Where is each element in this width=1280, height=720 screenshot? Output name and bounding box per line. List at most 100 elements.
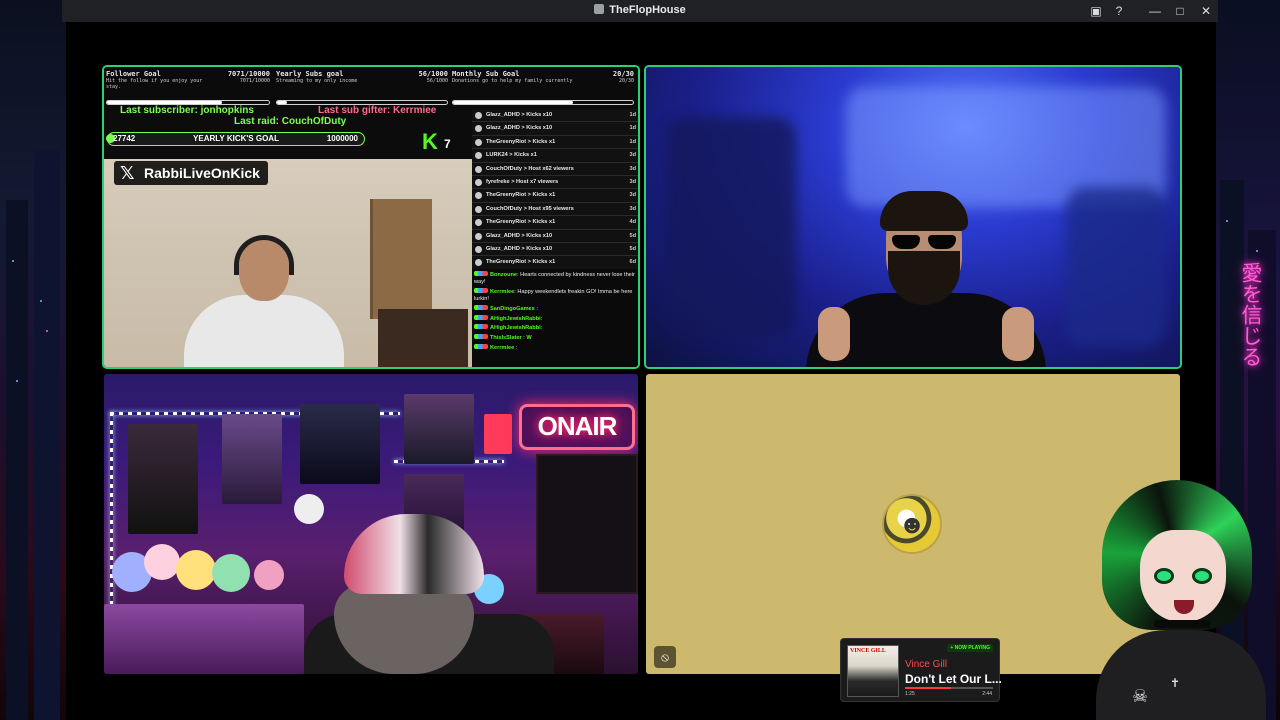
event-row: TheGreenyRiot > Kicks x1 1d: [472, 136, 638, 150]
plushie: [144, 544, 180, 580]
monthly-sub-goal: Monthly Sub Goal 20/30 Donations go to h…: [452, 69, 634, 107]
goal-description: Streaming to my only income: [276, 78, 358, 84]
streamer: [184, 235, 344, 367]
badge-icon: [474, 271, 488, 276]
background-furniture: [666, 117, 796, 337]
poster-call-of-duty: [128, 424, 198, 534]
user-icon: [475, 152, 482, 160]
minimize-icon[interactable]: —: [1147, 3, 1163, 19]
neon-sign-text: 愛を信じる: [1239, 262, 1263, 367]
plushie: [212, 554, 250, 592]
user-icon: [475, 219, 482, 227]
participant-person: [796, 191, 1056, 367]
song-title: Don't Let Our L...: [905, 672, 1002, 686]
goal-description: Hit the follow if you enjoy your stay.: [106, 78, 203, 90]
plushie: [254, 560, 284, 590]
chat-message: Kerrmiee: Happy weekendlets freakin GO! …: [474, 287, 633, 303]
window-titlebar: TheFlopHouse ▣ ? — □ ✕: [62, 0, 1218, 22]
user-icon: [475, 125, 482, 133]
goal-value: 20/30: [612, 70, 634, 78]
last-sub-gifter: Last sub gifter: Kerrmiee: [318, 105, 437, 116]
user-icon: [475, 245, 482, 253]
goal-name: Yearly Subs goal: [276, 70, 344, 78]
window-title: TheFlopHouse: [609, 4, 686, 16]
vtuber-avatar: ☠ ✝: [1090, 480, 1270, 720]
user-icon: [475, 259, 482, 267]
on-air-neon-sign: ONAIR: [519, 404, 635, 450]
user-icon: [475, 205, 482, 213]
social-handle: 𝕏 RabbiLiveOnKick: [114, 161, 268, 185]
shelf: [378, 309, 468, 367]
badge-icon: [474, 304, 488, 310]
event-row: fyrefreke > Host x7 viewers 3d: [472, 176, 638, 190]
goal-progress-bar: [452, 100, 634, 105]
chat-message: ThisIsSlater : W: [474, 333, 636, 342]
participant-tile-2[interactable]: [646, 67, 1180, 367]
window-title-area: TheFlopHouse: [62, 4, 1218, 16]
avatar-icon: ☻: [884, 496, 940, 552]
background-city-left: [0, 0, 66, 720]
goal-bars: Follower Goal 7071/10000 Hit the follow …: [104, 67, 638, 109]
avatar-face-icon: ☻: [898, 509, 926, 539]
close-icon[interactable]: ✕: [1198, 3, 1214, 19]
album-cover-text: VINCE GILL: [850, 648, 886, 654]
choker: [1154, 620, 1210, 628]
handle-text: RabbiLiveOnKick: [144, 165, 260, 181]
skull-icon: ☠: [1132, 686, 1149, 706]
goal-value-secondary: 7071/10000: [239, 78, 270, 84]
bed: [104, 604, 304, 674]
goal-value-secondary: 20/30: [618, 78, 634, 84]
cast-icon[interactable]: ▣: [1088, 3, 1104, 19]
goal-name: Follower Goal: [106, 70, 161, 78]
badge-icon: [474, 343, 488, 349]
chat-message: Bonzoune: Hearts connected by kindness n…: [474, 271, 635, 286]
x-logo-icon: 𝕏: [120, 163, 135, 183]
user-icon: [475, 112, 482, 119]
poster: [222, 414, 282, 504]
participant-tile-1[interactable]: Follower Goal 7071/10000 Hit the follow …: [104, 67, 638, 367]
chat-message: Kerrmiee :: [474, 343, 636, 352]
poster-destiny: [404, 394, 474, 464]
plushie: [176, 550, 216, 590]
help-icon[interactable]: ?: [1111, 3, 1127, 19]
elapsed-time: 1:25: [905, 691, 915, 697]
artist-name: Vince Gill: [905, 659, 948, 670]
user-icon: [475, 138, 482, 146]
goal-name: Monthly Sub Goal: [452, 70, 520, 78]
song-duration: 2:44: [982, 691, 992, 697]
chat-panel: Bonzoune: Hearts connected by kindness n…: [472, 269, 638, 367]
event-row: TheGreenyRiot > Kicks x1 3d: [472, 189, 638, 203]
event-row: TheGreenyRiot > Kicks x1 6d: [472, 256, 638, 270]
yearly-kick-goal-bar: 27742 YEARLY KICK'S GOAL 1000000: [106, 132, 365, 146]
cross-pendant-icon: ✝: [1170, 676, 1181, 690]
kick-goal-name: YEARLY KICK'S GOAL: [193, 134, 279, 143]
mic-off-icon[interactable]: ⦸: [654, 646, 676, 668]
door: [370, 199, 432, 319]
webcam-feed: [104, 159, 472, 367]
last-subscriber: Last subscriber: jonhopkins: [120, 105, 254, 116]
kick-logo-icon: K: [422, 129, 438, 154]
chat-message: AHighJewishRabbi:: [474, 314, 636, 323]
yearly-subs-goal: Yearly Subs goal 56/1000 Streaming to my…: [276, 69, 448, 107]
now-playing-tag: + NOW PLAYING: [947, 644, 993, 652]
event-row: Glazz_ADHD > Kicks x10 5d: [472, 243, 638, 257]
event-row: Glazz_ADHD > Kicks x10 1d: [472, 109, 638, 123]
now-playing-widget: VINCE GILL + NOW PLAYING Vince Gill Don'…: [840, 638, 1002, 702]
maximize-icon[interactable]: □: [1172, 3, 1188, 19]
event-row: LURK24 > Kicks x1 3d: [472, 149, 638, 163]
chat-message: SanDingoGames :: [474, 304, 636, 313]
poster: [300, 404, 380, 484]
chat-message: AHighJewishRabbi:: [474, 324, 636, 332]
participant-tile-3[interactable]: ONAIR: [104, 374, 638, 674]
goal-value-secondary: 56/1000: [426, 78, 448, 84]
kick-count: 7: [444, 137, 451, 151]
badge-icon: [474, 287, 488, 293]
event-row: CouchOfDuty > Host x62 viewers 3d: [472, 163, 638, 176]
kick-goal-target: 1000000: [326, 134, 358, 143]
follower-goal: Follower Goal 7071/10000 Hit the follow …: [106, 69, 270, 107]
user-icon: [475, 178, 482, 186]
album-cover: VINCE GILL: [847, 645, 899, 697]
goal-value: 7071/10000: [227, 70, 270, 78]
user-icon: [475, 232, 482, 240]
song-progress-bar: [905, 687, 993, 689]
